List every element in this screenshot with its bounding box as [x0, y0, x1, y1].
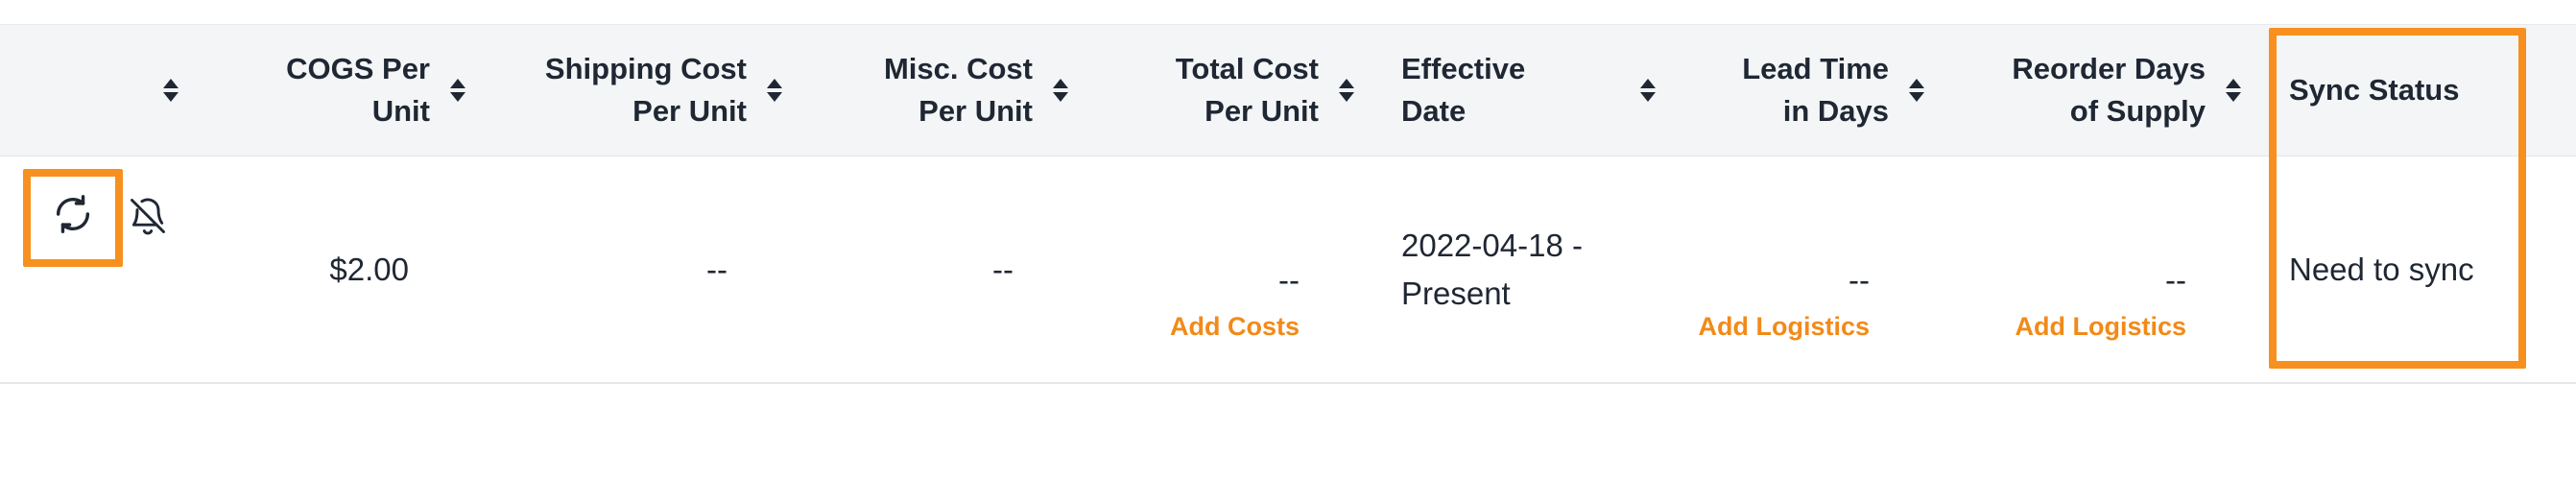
header-effective-line2: Date [1401, 94, 1467, 128]
mute-alerts-button[interactable] [123, 193, 173, 243]
misc-value: -- [992, 251, 1014, 287]
header-actions [144, 25, 182, 156]
table-header: COGS Per Unit Shipping Cost Per Unit Mis… [0, 25, 2576, 156]
header-shipping-line1: Shipping Cost [544, 52, 747, 85]
header-cogs[interactable]: COGS Per Unit [192, 25, 470, 156]
sort-icon[interactable] [1048, 79, 1073, 102]
cell-cogs: $2.00 [192, 156, 409, 382]
sync-icon [51, 192, 95, 241]
header-effective-line1: Effective [1401, 52, 1526, 85]
header-sync: Sync Status [2289, 25, 2519, 156]
sort-icon[interactable] [762, 79, 787, 102]
header-sync-label: Sync Status [2289, 73, 2460, 107]
header-misc-line1: Misc. Cost [883, 52, 1033, 85]
sort-icon[interactable] [1904, 79, 1929, 102]
header-lead[interactable]: Lead Time in Days [1670, 25, 1929, 156]
table-row: $2.00 -- -- -- Add Costs 2022-04-18 - Pr… [0, 156, 2576, 384]
cogs-value: $2.00 [329, 251, 409, 287]
header-reorder-line1: Reorder Days [2012, 52, 2206, 85]
header-shipping-line2: Per Unit [632, 94, 747, 128]
header-reorder[interactable]: Reorder Days of Supply [1948, 25, 2246, 156]
cell-effective: 2022-04-18 - Present [1401, 156, 1651, 382]
header-misc-line2: Per Unit [918, 94, 1033, 128]
header-reorder-line2: of Supply [2069, 94, 2206, 128]
add-logistics-link[interactable]: Add Logistics [2015, 312, 2186, 342]
sort-icon[interactable] [445, 79, 470, 102]
total-value: -- [1278, 262, 1300, 298]
header-total[interactable]: Total Cost Per Unit [1085, 25, 1359, 156]
header-cogs-line1: COGS Per [286, 52, 430, 85]
effective-line2: Present [1401, 275, 1511, 311]
sync-button[interactable] [33, 176, 113, 256]
header-total-line1: Total Cost [1175, 52, 1319, 85]
header-cogs-line2: Unit [371, 94, 430, 128]
bell-off-icon [127, 195, 169, 242]
header-shipping[interactable]: Shipping Cost Per Unit [480, 25, 787, 156]
reorder-value: -- [2165, 262, 2186, 298]
add-costs-link[interactable]: Add Costs [1170, 312, 1300, 342]
cell-sync: Need to sync [2289, 156, 2519, 382]
cell-misc: -- [797, 156, 1014, 382]
sort-icon[interactable] [1635, 79, 1660, 102]
sort-icon[interactable] [1334, 79, 1359, 102]
cell-reorder: -- Add Logistics [1948, 156, 2186, 382]
shipping-value: -- [706, 251, 727, 287]
header-lead-line2: in Days [1782, 94, 1889, 128]
header-effective[interactable]: Effective Date [1401, 25, 1660, 156]
header-total-line2: Per Unit [1205, 94, 1319, 128]
lead-value: -- [1849, 262, 1870, 298]
effective-line1: 2022-04-18 - [1401, 227, 1583, 263]
header-misc[interactable]: Misc. Cost Per Unit [797, 25, 1073, 156]
header-lead-line1: Lead Time [1742, 52, 1889, 85]
sync-status-value: Need to sync [2289, 251, 2474, 287]
sort-icon[interactable] [159, 79, 182, 102]
add-logistics-link[interactable]: Add Logistics [1698, 312, 1870, 342]
sort-icon[interactable] [2221, 79, 2246, 102]
cell-total: -- Add Costs [1085, 156, 1300, 382]
cell-lead: -- Add Logistics [1670, 156, 1870, 382]
cell-shipping: -- [480, 156, 727, 382]
